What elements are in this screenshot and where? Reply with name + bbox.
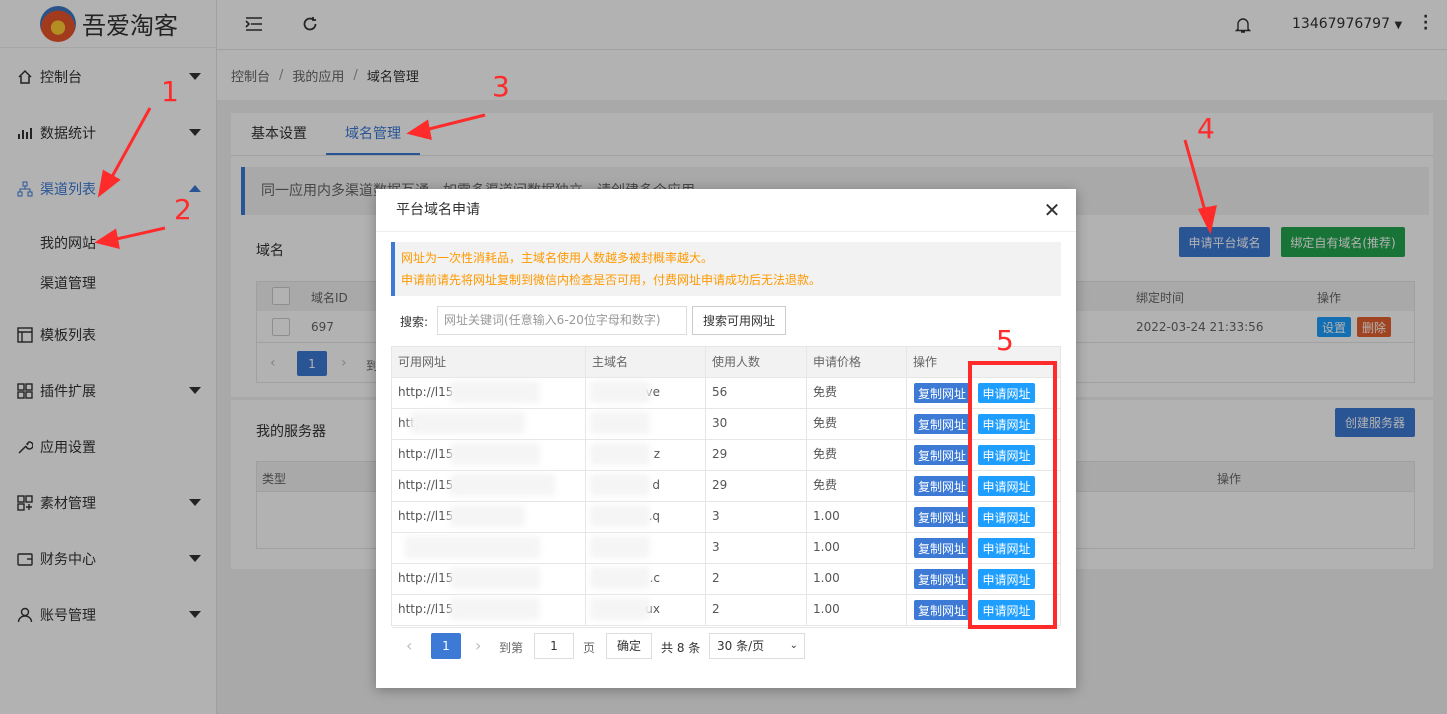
annotation-arrow xyxy=(111,226,166,242)
annotation-arrow xyxy=(1183,139,1209,219)
annotation-label: 4 xyxy=(1197,112,1215,145)
annotation-label: 2 xyxy=(174,193,192,226)
annotation-label: 3 xyxy=(492,70,510,103)
annotation-arrowhead xyxy=(406,119,432,141)
annotation-arrowhead xyxy=(1197,205,1217,235)
annotation-arrowhead xyxy=(97,169,121,198)
annotation-arrow xyxy=(106,107,152,185)
annotation-layer xyxy=(94,107,1217,629)
annotation-label: 5 xyxy=(996,324,1014,357)
annotation-arrowhead xyxy=(94,228,120,250)
annotation-label: 1 xyxy=(161,75,179,108)
annotation-arrow xyxy=(424,113,486,132)
annotation-box xyxy=(968,361,1057,629)
